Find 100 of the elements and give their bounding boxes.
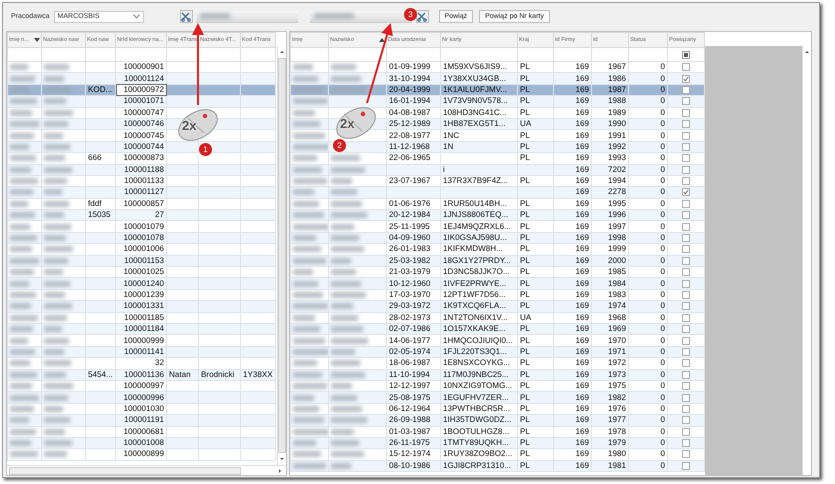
redacted-cell[interactable] [42,198,86,210]
checkbox[interactable] [682,325,690,334]
redacted-cell[interactable] [8,369,42,380]
redacted-cell[interactable] [8,175,42,187]
redacted-cell[interactable] [290,448,328,460]
redacted-cell[interactable] [290,175,328,187]
redacted-cell[interactable] [290,289,328,301]
redacted-cell[interactable] [290,72,328,84]
checkbox[interactable] [682,462,690,470]
redacted-cell[interactable] [42,358,86,370]
checkbox[interactable] [682,382,690,390]
redacted-cell[interactable] [290,403,328,415]
redacted-cell[interactable] [8,220,42,232]
redacted-cell[interactable] [8,96,42,108]
redacted-cell[interactable] [290,278,328,290]
redacted-cell[interactable] [8,289,42,301]
clear-filter-button[interactable] [180,10,193,23]
checkbox[interactable] [682,416,690,424]
search-field[interactable] [310,10,412,22]
redacted-cell[interactable] [290,232,328,244]
redacted-cell[interactable] [290,460,328,472]
redacted-cell[interactable] [290,255,328,267]
redacted-cell[interactable] [8,346,42,358]
redacted-cell[interactable] [8,392,42,404]
redacted-cell[interactable] [42,380,86,392]
redacted-cell[interactable] [8,323,42,335]
checkbox[interactable] [682,50,690,58]
redacted-cell[interactable] [42,244,86,256]
redacted-cell[interactable] [290,186,328,198]
redacted-cell[interactable] [8,210,42,221]
checkbox[interactable] [682,86,690,94]
checkbox[interactable] [682,166,690,174]
checkbox[interactable] [682,63,690,72]
redacted-cell[interactable] [8,141,42,153]
redacted-cell[interactable] [290,358,328,370]
checkbox[interactable] [682,428,690,436]
checkbox[interactable] [682,450,690,458]
redacted-cell[interactable] [8,244,42,256]
redacted-cell[interactable] [8,380,42,392]
checkbox[interactable] [682,154,690,162]
redacted-cell[interactable] [42,220,86,232]
redacted-cell[interactable] [8,84,42,96]
redacted-cell[interactable] [8,278,42,290]
redacted-cell[interactable] [42,152,86,164]
redacted-cell[interactable] [8,72,42,84]
redacted-cell[interactable] [8,300,42,312]
redacted-cell[interactable] [290,414,328,426]
redacted-cell[interactable] [42,334,86,346]
redacted-cell[interactable] [8,232,42,244]
redacted-cell[interactable] [42,130,86,142]
redacted-cell[interactable] [8,448,42,460]
redacted-cell[interactable] [290,84,328,96]
redacted-cell[interactable] [8,118,42,130]
checkbox[interactable] [682,394,690,402]
redacted-cell[interactable] [42,62,86,73]
redacted-cell[interactable] [42,107,86,118]
redacted-cell[interactable] [290,266,328,278]
checkbox[interactable] [682,268,690,276]
checkbox[interactable] [682,234,690,242]
checkbox[interactable] [682,280,690,288]
checkbox[interactable] [682,336,690,345]
checkbox[interactable] [682,200,690,208]
redacted-cell[interactable] [290,118,328,130]
redacted-cell[interactable] [8,414,42,426]
checkbox[interactable] [682,177,690,186]
redacted-cell[interactable] [290,198,328,210]
redacted-cell[interactable] [8,130,42,142]
redacted-cell[interactable] [290,244,328,256]
checkbox[interactable] [682,348,690,356]
redacted-cell[interactable] [8,266,42,278]
checkbox[interactable] [682,404,690,413]
redacted-cell[interactable] [290,141,328,153]
checkbox[interactable] [682,188,690,196]
redacted-cell[interactable] [290,426,328,438]
checkbox[interactable] [682,291,690,299]
search-field[interactable] [196,10,298,22]
redacted-cell[interactable] [290,334,328,346]
checkbox[interactable] [682,132,690,140]
redacted-cell[interactable] [8,186,42,198]
checkbox[interactable] [682,211,690,220]
redacted-cell[interactable] [8,312,42,324]
redacted-cell[interactable] [290,312,328,324]
checkbox[interactable] [682,370,690,379]
checkbox[interactable] [682,314,690,322]
redacted-cell[interactable] [290,62,328,73]
checkbox[interactable] [682,74,690,83]
checkbox[interactable] [682,97,690,106]
redacted-cell[interactable] [290,107,328,118]
redacted-cell[interactable] [290,369,328,380]
vertical-scrollbar[interactable] [802,46,811,475]
redacted-cell[interactable] [290,300,328,312]
redacted-cell[interactable] [42,426,86,438]
redacted-cell[interactable] [290,164,328,176]
redacted-cell[interactable] [290,437,328,449]
redacted-cell[interactable] [290,380,328,392]
redacted-cell[interactable] [290,346,328,358]
redacted-cell[interactable] [290,210,328,221]
checkbox[interactable] [682,120,690,128]
clear-filter-button[interactable] [416,10,429,23]
redacted-cell[interactable] [290,96,328,108]
